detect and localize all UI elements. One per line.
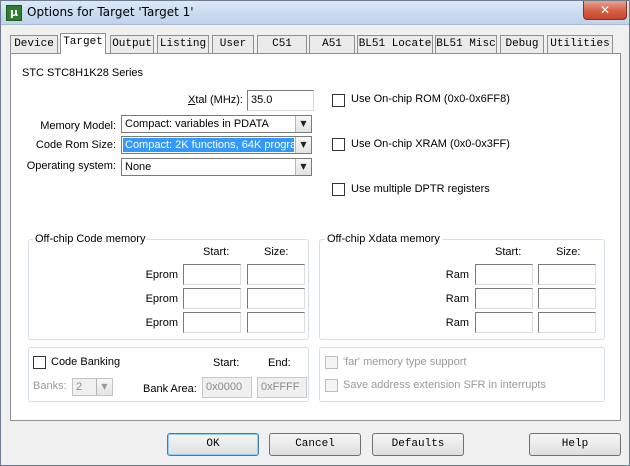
onchip-rom-label[interactable]: Use On-chip ROM (0x0-0x6FF8) [351, 93, 510, 105]
onchip-xram-label[interactable]: Use On-chip XRAM (0x0-0x3FF) [351, 138, 510, 150]
tab-bl51-misc[interactable]: BL51 Misc [435, 35, 497, 53]
offchip-xdata-title: Off-chip Xdata memory [325, 233, 442, 245]
onchip-xram-checkbox[interactable] [332, 138, 345, 151]
tab-target[interactable]: Target [60, 33, 106, 54]
eprom-label: Eprom [145, 317, 178, 329]
tab-c51[interactable]: C51 [257, 35, 307, 53]
ram-label: Ram [445, 269, 469, 281]
operating-system-value: None [125, 161, 152, 173]
chevron-down-icon[interactable]: ▼ [295, 159, 311, 175]
banks-label: Banks: [33, 380, 67, 392]
code-banking-label[interactable]: Code Banking [51, 356, 120, 368]
eprom-size-input[interactable] [247, 264, 305, 285]
ram-start-input[interactable] [475, 264, 533, 285]
ram-size-input[interactable] [538, 264, 596, 285]
ram-start-input[interactable] [475, 288, 533, 309]
tab-listing[interactable]: Listing [157, 35, 209, 53]
device-series-label: STC STC8H1K28 Series [22, 67, 144, 79]
offchip-code-title: Off-chip Code memory [33, 233, 148, 245]
xtal-input[interactable]: 35.0 [247, 90, 314, 111]
memory-model-value: Compact: variables in PDATA [125, 118, 269, 130]
memory-model-label: Memory Model: [40, 120, 116, 132]
eprom-start-input[interactable] [183, 312, 241, 333]
bank-area-end-header: End: [268, 357, 291, 369]
ram-label: Ram [445, 293, 469, 305]
save-sfr-label[interactable]: Save address extension SFR in interrupts [343, 379, 546, 391]
bank-area-end-input[interactable]: 0xFFFF [257, 377, 307, 398]
tab-user[interactable]: User [212, 35, 254, 53]
code-rom-size-label: Code Rom Size: [35, 139, 116, 151]
eprom-start-input[interactable] [183, 288, 241, 309]
tab-bl51-locate[interactable]: BL51 Locate [357, 35, 433, 53]
offchip-code-start-header: Start: [203, 246, 230, 258]
tab-a51[interactable]: A51 [309, 35, 355, 53]
cancel-button[interactable]: Cancel [269, 433, 361, 456]
memory-model-select[interactable]: Compact: variables in PDATA ▼ [121, 115, 312, 133]
eprom-start-input[interactable] [183, 264, 241, 285]
chevron-down-icon[interactable]: ▼ [96, 379, 112, 395]
eprom-size-input[interactable] [247, 288, 305, 309]
help-button[interactable]: Help [529, 433, 621, 456]
xtal-label: Xtal (MHz): [187, 94, 243, 106]
window-title: Options for Target 'Target 1' [27, 5, 194, 19]
code-rom-size-value: Compact: 2K functions, 64K program [123, 138, 294, 152]
far-memory-label[interactable]: 'far' memory type support [343, 356, 466, 368]
banks-value: 2 [76, 381, 83, 393]
chevron-down-icon[interactable]: ▼ [295, 116, 311, 132]
onchip-rom-checkbox[interactable] [332, 94, 345, 107]
title-bar[interactable]: µ Options for Target 'Target 1' ✕ [1, 1, 629, 25]
bank-area-start-header: Start: [213, 357, 240, 369]
ok-button[interactable]: OK [167, 433, 259, 456]
options-dialog: µ Options for Target 'Target 1' ✕ Device… [0, 0, 630, 466]
offchip-xdata-size-header: Size: [556, 246, 581, 258]
offchip-xdata-start-header: Start: [495, 246, 522, 258]
multiple-dptr-label[interactable]: Use multiple DPTR registers [351, 183, 490, 195]
tab-debug[interactable]: Debug [500, 35, 544, 53]
ram-size-input[interactable] [538, 312, 596, 333]
multiple-dptr-checkbox[interactable] [332, 183, 345, 196]
tab-output[interactable]: Output [110, 35, 154, 53]
save-sfr-checkbox[interactable] [325, 379, 338, 392]
tab-device[interactable]: Device [10, 35, 58, 53]
code-banking-checkbox[interactable] [33, 356, 46, 369]
eprom-size-input[interactable] [247, 312, 305, 333]
bank-area-label: Bank Area: [143, 383, 197, 395]
keil-app-icon: µ [6, 5, 22, 21]
close-icon[interactable]: ✕ [583, 1, 627, 20]
operating-system-label: Operating system: [26, 160, 116, 172]
banks-select[interactable]: 2 ▼ [72, 378, 113, 396]
bank-area-start-input[interactable]: 0x0000 [202, 377, 252, 398]
eprom-label: Eprom [145, 269, 178, 281]
code-rom-size-select[interactable]: Compact: 2K functions, 64K program ▼ [121, 136, 312, 154]
far-memory-checkbox[interactable] [325, 356, 338, 369]
chevron-down-icon[interactable]: ▼ [295, 137, 311, 153]
eprom-label: Eprom [145, 293, 178, 305]
target-panel: STC STC8H1K28 Series Xtal (MHz): 35.0 Me… [10, 53, 621, 421]
operating-system-select[interactable]: None ▼ [121, 158, 312, 176]
defaults-button[interactable]: Defaults [372, 433, 464, 456]
ram-start-input[interactable] [475, 312, 533, 333]
tab-utilities[interactable]: Utilities [547, 35, 613, 53]
ram-label: Ram [445, 317, 469, 329]
ram-size-input[interactable] [538, 288, 596, 309]
offchip-code-size-header: Size: [264, 246, 289, 258]
